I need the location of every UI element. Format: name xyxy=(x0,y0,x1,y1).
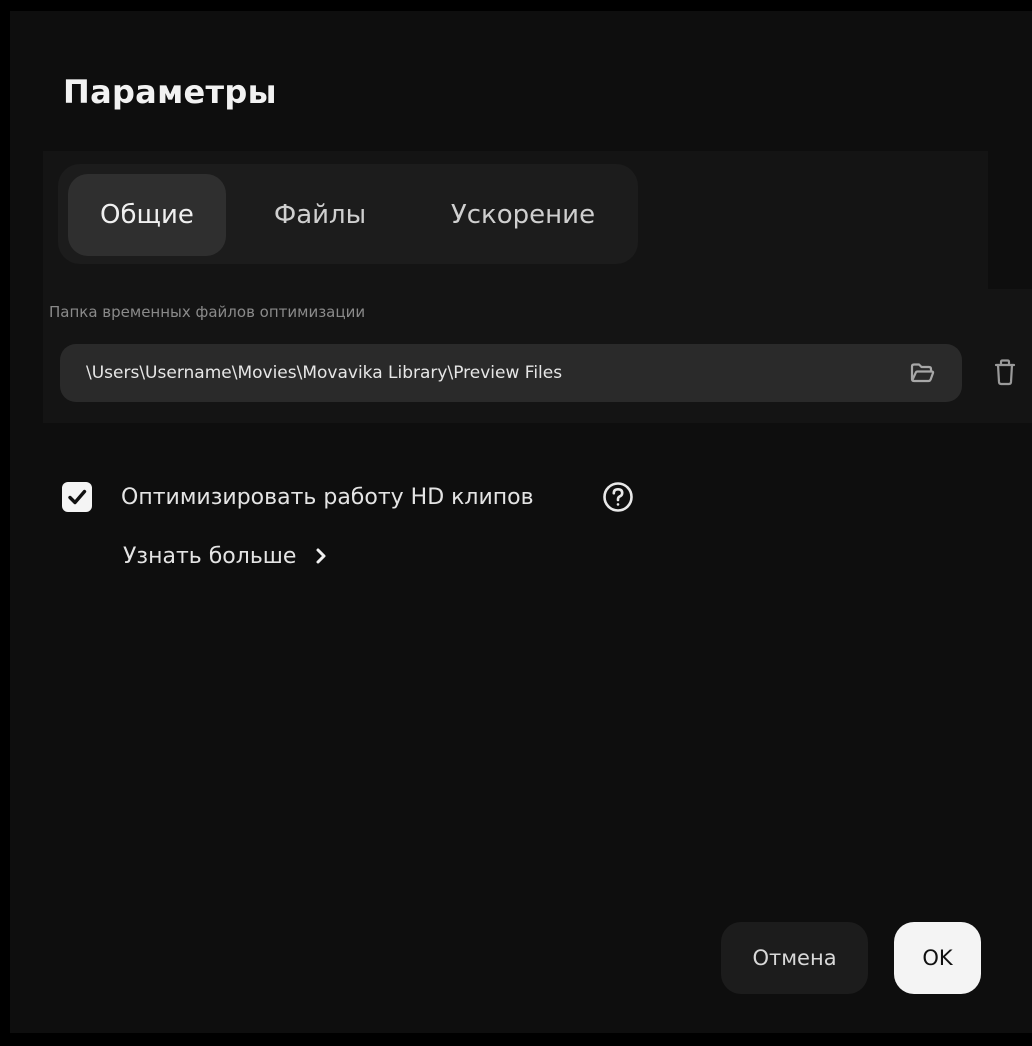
checkmark-icon xyxy=(68,489,87,505)
tab-files[interactable]: Файлы xyxy=(250,174,390,256)
temp-folder-field[interactable]: \Users\Username\Movies\Movavika Library\… xyxy=(60,344,962,402)
cancel-button[interactable]: Отмена xyxy=(721,922,868,994)
tab-acceleration[interactable]: Ускорение xyxy=(428,174,618,256)
temp-folder-label: Папка временных файлов оптимизации xyxy=(49,303,366,321)
dialog-title: Параметры xyxy=(63,73,277,111)
learn-more-label: Узнать больше xyxy=(123,543,297,569)
ok-button[interactable]: OK xyxy=(894,922,981,994)
learn-more-link[interactable]: Узнать больше xyxy=(123,540,328,572)
folder-icon[interactable] xyxy=(908,359,936,387)
chevron-right-icon xyxy=(316,548,326,564)
optimize-hd-label: Оптимизировать работу HD клипов xyxy=(121,485,534,510)
tab-general[interactable]: Общие xyxy=(68,174,226,256)
trash-icon[interactable] xyxy=(990,357,1020,389)
question-icon[interactable] xyxy=(601,480,635,514)
settings-dialog: Параметры Общие Файлы Ускорение Папка вр… xyxy=(10,11,1032,1033)
optimize-hd-checkbox[interactable] xyxy=(62,482,92,512)
temp-folder-path: \Users\Username\Movies\Movavika Library\… xyxy=(86,363,563,383)
tab-bar: Общие Файлы Ускорение xyxy=(58,164,638,264)
